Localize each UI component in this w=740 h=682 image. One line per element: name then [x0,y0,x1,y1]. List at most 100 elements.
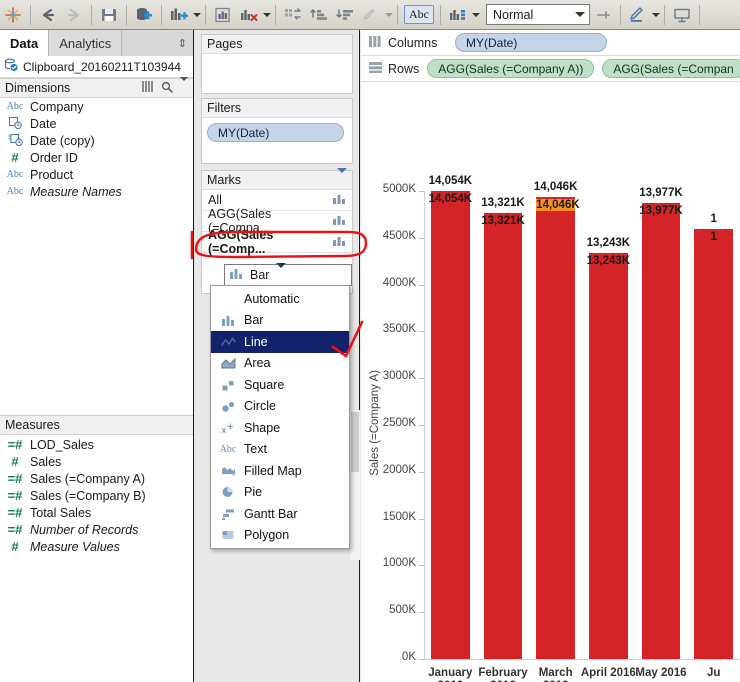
bar[interactable] [536,197,576,659]
highlight-dropdown-caret[interactable] [385,12,393,17]
measure-field[interactable]: # Sales [0,453,193,470]
pin-icon[interactable] [590,2,616,28]
rows-icon [369,61,382,76]
bar-label-above: 13,977K [639,187,683,199]
mark-type-option[interactable]: Square [211,374,349,396]
measure-field[interactable]: =# Number of Records [0,521,193,538]
tab-analytics[interactable]: Analytics [49,30,123,56]
pane-resize-icon[interactable]: ⇕ [178,30,193,56]
tab-data[interactable]: Data [0,30,50,56]
tableau-logo-icon[interactable] [0,2,26,28]
forward-arrow-icon[interactable] [61,2,87,28]
dimensions-menu-caret[interactable] [179,77,188,95]
mark-type-option-label: Text [244,442,267,457]
mark-type-option[interactable]: Gantt Bar [211,503,349,525]
presentation-mode-icon[interactable] [669,2,695,28]
toolbar-separator [91,4,92,25]
measures-list: =# LOD_Sales # Sales =# Sales (=Company A) =# S… [0,436,193,555]
save-icon[interactable] [96,2,122,28]
dimension-field[interactable]: Abc Product [0,166,193,183]
sort-descending-icon[interactable] [332,2,358,28]
dimension-field-label: Date [30,116,57,131]
mark-type-option[interactable]: Bar [211,310,349,332]
new-worksheet-icon[interactable] [166,2,192,28]
search-icon[interactable] [161,81,173,96]
bar[interactable] [641,203,681,659]
mark-type-option[interactable]: x + Shape [211,417,349,439]
mark-type-option[interactable]: Circle [211,396,349,418]
measure-field[interactable]: # Measure Values [0,538,193,555]
chart-canvas[interactable]: Sales (=Company A) 5000K 4500K 4000K 3500K 3… [361,83,740,682]
format-dropdown-caret[interactable] [652,12,660,17]
marks-card-label: AGG(Sales (=Comp... [208,228,274,256]
measures-header: Measures [0,415,193,435]
group-by-table-icon[interactable] [142,81,155,95]
dimensions-header-label: Dimensions [5,81,71,95]
mark-type-option[interactable]: Area [211,353,349,375]
mark-type-option[interactable]: Polygon [211,525,349,547]
mark-type-option[interactable]: Automatic [211,288,349,310]
fit-selector-caret[interactable] [571,5,588,24]
columns-pill-date[interactable]: MY(Date) [455,33,607,52]
clear-sheet-icon[interactable] [236,2,262,28]
sort-ascending-icon[interactable] [306,2,332,28]
bar[interactable] [588,253,628,659]
dimension-field[interactable]: Abc Measure Names [0,183,193,200]
mark-type-option-label: Filled Map [244,463,302,478]
back-arrow-icon[interactable] [35,2,61,28]
fit-selector-value: Normal [493,7,534,22]
number-type-icon: # [11,454,19,469]
measure-field[interactable]: =# Total Sales [0,504,193,521]
rows-label: Rows [388,61,420,76]
dimension-field[interactable]: Abc Company [0,98,193,115]
filters-drop-zone[interactable]: MY(Date) [202,118,352,148]
bar[interactable] [694,229,734,659]
x-axis-label: Ju [706,667,721,679]
rows-pill-company-b[interactable]: AGG(Sales (=Compan [602,59,740,78]
columns-shelf[interactable]: Columns MY(Date) [361,30,740,56]
datasource-row[interactable]: Clipboard_20160211T103944 [0,56,193,78]
rows-shelf[interactable]: Rows AGG(Sales (=Company A)) AGG(Sales (… [361,56,740,82]
marks-card-row[interactable]: AGG(Sales (=Comp... [202,228,352,256]
dimension-field-label: Company [30,99,84,114]
measure-field[interactable]: =# Sales (=Company A) [0,470,193,487]
mark-type-selector[interactable]: Bar [224,263,352,286]
pages-drop-zone[interactable] [202,54,352,84]
dimension-field[interactable]: Date (copy) [0,132,193,149]
show-me-dropdown-caret[interactable] [472,12,480,17]
filter-pill-date[interactable]: MY(Date) [207,123,344,142]
bar-label-above: 1 [710,213,717,225]
measure-field-label: Total Sales [30,505,92,520]
fit-selector[interactable]: Normal [486,4,590,25]
measure-field[interactable]: =# LOD_Sales [0,436,193,453]
new-data-source-icon[interactable] [131,2,157,28]
marks-menu-caret[interactable] [336,168,347,187]
highlight-icon[interactable] [358,2,384,28]
calculated-date-type-icon [6,133,24,149]
mark-type-caret[interactable] [275,263,287,282]
clear-sheet-dropdown-caret[interactable] [263,12,271,17]
swap-rows-columns-icon[interactable] [280,2,306,28]
bar[interactable] [430,191,470,659]
polygon-icon [219,529,237,541]
measure-field[interactable]: =# Sales (=Company B) [0,487,193,504]
show-me-icon[interactable] [445,2,471,28]
dimension-field[interactable]: Date [0,115,193,132]
dimension-field[interactable]: # Order ID [0,149,193,166]
duplicate-sheet-icon[interactable] [210,2,236,28]
mark-type-option[interactable]: Line [211,331,349,353]
marks-scrollbar-thumb[interactable] [351,412,359,472]
bar[interactable] [483,213,523,659]
y-axis-tick-label: 4000K [382,276,416,289]
mark-type-option[interactable]: Abc Text [211,439,349,461]
format-icon[interactable] [625,2,651,28]
mark-type-option[interactable]: Filled Map [211,460,349,482]
measure-field-label: Sales (=Company A) [30,471,145,486]
marks-scrollbar[interactable] [350,410,360,560]
new-worksheet-dropdown-caret[interactable] [193,12,201,17]
mark-type-option[interactable]: Pie [211,482,349,504]
rows-pill-company-a[interactable]: AGG(Sales (=Company A)) [427,59,595,78]
show-labels-icon[interactable]: Abc [402,2,436,28]
pages-header-label: Pages [207,37,243,51]
mark-type-option-label: Automatic [244,291,300,306]
